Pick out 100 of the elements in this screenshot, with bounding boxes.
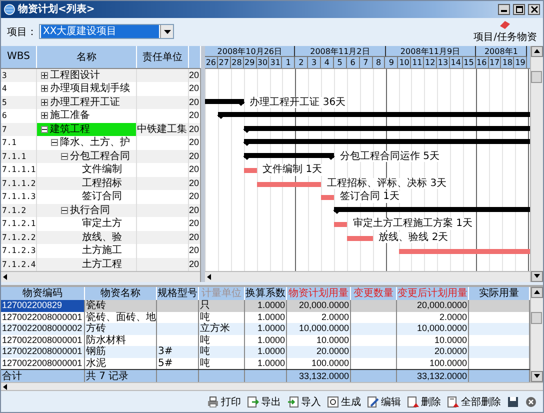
toolbar-button[interactable]: 导入 xyxy=(287,394,321,409)
project-dropdown[interactable]: XX大厦建设项目 xyxy=(39,24,174,40)
summary-bar[interactable] xyxy=(334,206,530,212)
horizontal-scrollbar[interactable] xyxy=(205,271,530,282)
task-bar[interactable] xyxy=(346,236,373,241)
task-bar[interactable] xyxy=(256,182,322,187)
wbs-cell: 7.1.1 xyxy=(1,150,37,164)
wbs-cell: 7.1.2.2 xyxy=(1,230,37,244)
task-name: 签订合同 xyxy=(82,190,122,204)
bar-label: 文件编制 1天 xyxy=(262,164,322,176)
task-bar[interactable] xyxy=(334,222,347,228)
table-cell-text: 20 xyxy=(189,176,200,190)
down-arrow-icon xyxy=(534,274,540,278)
summary-bar[interactable] xyxy=(244,126,530,131)
tree-item[interactable]: 执行合同 xyxy=(37,204,137,218)
table-cell: 10,000.0000 xyxy=(287,323,351,335)
close-icon xyxy=(525,396,537,408)
tree-item[interactable]: 工程招标 xyxy=(37,176,137,190)
toolbar-button[interactable]: 全部删除 xyxy=(447,394,501,409)
floppy-disk-button[interactable] xyxy=(507,396,519,408)
minus-icon xyxy=(62,208,67,213)
table-cell-text: 20 xyxy=(189,68,200,82)
table-cell: 10,000.0000 xyxy=(397,323,469,335)
week-header: 2008年11月9日 xyxy=(386,46,476,58)
tree-item[interactable]: 建筑工程 xyxy=(37,122,137,136)
table-cell: 1270022008000002 xyxy=(1,323,85,335)
close-button[interactable] xyxy=(528,4,540,15)
tree-item[interactable]: 放线、验 xyxy=(37,230,137,244)
wbs-cell: 5 xyxy=(1,96,37,110)
scroll-up-button[interactable] xyxy=(531,287,543,298)
summary-bar[interactable] xyxy=(218,112,530,118)
column-header[interactable]: 名称 xyxy=(37,46,137,68)
expand-toggle[interactable] xyxy=(41,98,48,106)
column-header[interactable]: 责任单位 xyxy=(137,46,189,68)
bar-end-marker xyxy=(216,115,225,120)
table-cell: 钢筋 xyxy=(85,346,157,358)
summary-bar[interactable] xyxy=(244,139,530,144)
task-bar[interactable] xyxy=(321,195,334,200)
day-header: 13 xyxy=(437,57,450,68)
tree-item[interactable]: 办理工程开工证 xyxy=(37,96,137,110)
toolbar-button[interactable]: 编辑 xyxy=(367,394,401,409)
table-row[interactable]: 127002200829 瓷砖 只 1.0000 20,000.0000 20,000.0000 xyxy=(1,300,530,312)
day-header: 15 xyxy=(462,57,476,68)
bar-end-marker xyxy=(236,102,245,106)
task-name: 文件编制 xyxy=(82,163,122,177)
scroll-up-button[interactable] xyxy=(531,46,543,57)
scroll-down-button[interactable] xyxy=(531,371,543,382)
maximize-icon xyxy=(516,6,522,13)
bar-label: 分包工程合同运作 5天 xyxy=(340,150,440,162)
delete-icon xyxy=(407,396,419,408)
task-name: 土方施工 xyxy=(82,244,122,258)
day-header: 11 xyxy=(411,57,424,68)
toolbar-button[interactable]: 导出 xyxy=(247,394,281,409)
task-name: 工程招标 xyxy=(82,176,122,190)
scroll-thumb[interactable] xyxy=(531,312,542,324)
toolbar-button[interactable]: 删除 xyxy=(407,394,441,409)
table-cell-text: 20 xyxy=(189,163,200,176)
task-name: 办理项目规划手续 xyxy=(50,82,130,96)
day-header: 10 xyxy=(398,57,412,68)
tree-item[interactable]: 工程图设计 xyxy=(37,68,137,82)
expand-toggle[interactable] xyxy=(41,85,48,92)
toolbar-button[interactable]: 生成 xyxy=(327,394,361,409)
column-header[interactable]: WBS xyxy=(1,46,37,68)
tree-item[interactable]: 分包工程合同 xyxy=(37,150,137,164)
horizontal-scrollbar[interactable] xyxy=(1,271,200,282)
collapse-toggle[interactable] xyxy=(51,139,58,146)
collapse-toggle[interactable] xyxy=(61,206,68,214)
table-cell-text: 20 xyxy=(189,109,200,122)
wbs-cell: 7.1.2 xyxy=(1,204,37,218)
expand-toggle[interactable] xyxy=(41,112,48,120)
collapse-toggle[interactable] xyxy=(41,126,48,133)
scroll-thumb[interactable] xyxy=(531,70,542,83)
table-cell: 吨 xyxy=(199,346,245,358)
table-cell: 只 xyxy=(199,300,245,312)
minimize-button[interactable] xyxy=(498,4,510,15)
summary-bar[interactable] xyxy=(244,152,334,158)
table-cell-text: 20 xyxy=(189,122,200,136)
task-name: 土方工程 xyxy=(82,258,122,272)
task-bar[interactable] xyxy=(244,168,257,174)
scroll-down-button[interactable] xyxy=(531,271,543,282)
expand-toggle[interactable] xyxy=(41,72,48,79)
vertical-scrollbar[interactable] xyxy=(530,46,543,282)
toolbar-button[interactable]: 打印 xyxy=(207,394,241,409)
task-name: 审定土方 xyxy=(82,217,122,231)
table-cell-text: 20 xyxy=(189,190,200,204)
plus-icon xyxy=(42,72,47,78)
task-bar[interactable] xyxy=(398,249,530,254)
maximize-button[interactable] xyxy=(513,4,525,15)
collapse-toggle[interactable] xyxy=(61,152,68,160)
table-cell-text: 20 xyxy=(189,150,200,163)
table-row[interactable]: 1270022008000001 钢筋 3# 吨 1.0000 20.0000 20.0000 xyxy=(1,346,530,358)
project-task-materials-button[interactable]: 项目/任务物资 xyxy=(474,20,537,44)
table-cell: 3# xyxy=(157,346,199,358)
vertical-scrollbar[interactable] xyxy=(530,287,543,382)
plus-icon xyxy=(42,113,47,118)
down-arrow-icon xyxy=(534,374,540,378)
summary-bar[interactable] xyxy=(205,98,244,104)
task-name: 放线、验 xyxy=(82,230,122,244)
task-name: 工程图设计 xyxy=(50,68,100,82)
wbs-cell: 3 xyxy=(1,68,37,82)
